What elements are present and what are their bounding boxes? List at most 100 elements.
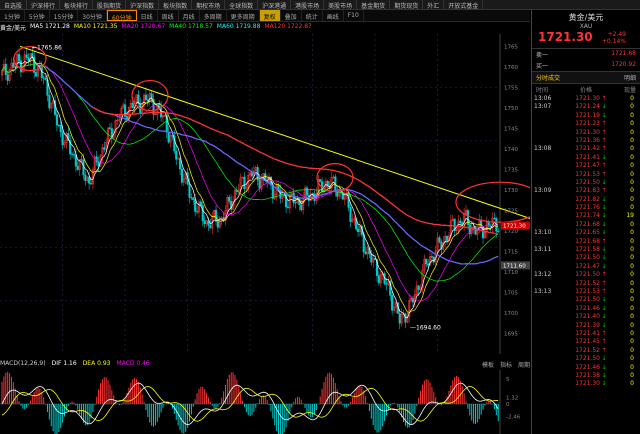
menu-item[interactable]: 沪深港通 bbox=[258, 0, 292, 10]
menu-item[interactable]: 全球指数 bbox=[225, 0, 259, 10]
ticks-list[interactable]: 13:06 1721.30 ↑ 0 13:07 1721.24 ↓ 0 1721.19 ↓ 0 172… bbox=[532, 95, 640, 389]
menu-item[interactable]: 自选股 bbox=[0, 0, 28, 10]
menu-item[interactable]: 期权市场 bbox=[192, 0, 226, 10]
tab-period[interactable]: 多周期 bbox=[200, 10, 227, 21]
menu-item[interactable]: 港股市场 bbox=[291, 0, 325, 10]
tick-time: 13:07 bbox=[534, 103, 552, 111]
ticks-header[interactable]: 分时成交 明细 bbox=[532, 71, 640, 84]
price-tick: 1745 bbox=[504, 126, 518, 132]
tick-price: 1721.74 bbox=[575, 212, 600, 220]
candle-body bbox=[89, 183, 93, 185]
price-tick: 1700 bbox=[504, 311, 518, 317]
tick-row: 13:10 1721.65 ↓ 0 bbox=[532, 229, 640, 237]
candle-body bbox=[222, 217, 225, 221]
indicator-button[interactable]: 模板 bbox=[482, 360, 494, 370]
tick-row: 13:11 1721.58 ↓ 0 bbox=[532, 246, 640, 254]
tick-volume: 0 bbox=[630, 346, 634, 354]
menu-item[interactable]: 板块排行 bbox=[60, 0, 94, 10]
menu-item[interactable]: 板块指数 bbox=[159, 0, 193, 10]
menu-item[interactable]: 沪深指数 bbox=[126, 0, 160, 10]
tick-row: 1721.76 ↓ 0 bbox=[532, 204, 640, 212]
menu-item[interactable]: 开放式基金 bbox=[444, 0, 484, 10]
tick-row: 1721.30 ↓ 0 bbox=[532, 380, 640, 388]
tab-period[interactable]: 更多周期 bbox=[227, 10, 260, 21]
ticks-columns: 时间 价格 现量 bbox=[532, 84, 640, 95]
tick-time bbox=[534, 380, 566, 388]
candle-body bbox=[88, 176, 91, 184]
tick-volume: 0 bbox=[630, 178, 634, 186]
tick-volume: 0 bbox=[630, 136, 634, 144]
tab-period[interactable]: 30分钟 bbox=[78, 10, 107, 21]
tick-price: 1721.47 bbox=[575, 162, 600, 170]
ticks-detail-link[interactable]: 明细 bbox=[624, 73, 636, 82]
menu-item[interactable]: 外汇 bbox=[423, 0, 445, 10]
tick-time bbox=[534, 296, 566, 304]
tick-row: 1721.82 ↓ 0 bbox=[532, 196, 640, 204]
arrow-down-icon: ↓ bbox=[601, 195, 607, 203]
tick-price: 1721.53 bbox=[575, 170, 600, 178]
tick-time bbox=[534, 254, 566, 262]
candle-body bbox=[144, 94, 147, 101]
menu-item[interactable]: 股指期货 bbox=[93, 0, 127, 10]
tab-period[interactable]: 统计 bbox=[302, 10, 323, 21]
tab-period[interactable]: 画线 bbox=[323, 10, 344, 21]
menu-item[interactable]: 沪深排行 bbox=[27, 0, 61, 10]
quote-change-value: +2.49 bbox=[607, 31, 626, 38]
tab-period[interactable]: 复权 bbox=[259, 10, 281, 21]
tab-period[interactable]: 5分钟 bbox=[25, 10, 50, 21]
tick-row: 1721.50 ↓ 0 bbox=[532, 179, 640, 187]
tick-volume: 0 bbox=[630, 103, 634, 111]
buy-label: 买一 bbox=[536, 63, 549, 70]
candle-body bbox=[438, 237, 441, 243]
menu-item[interactable]: 基金期货 bbox=[357, 0, 391, 10]
menu-item[interactable]: 美股市场 bbox=[324, 0, 358, 10]
candle-body bbox=[17, 54, 21, 61]
tick-volume: 0 bbox=[630, 254, 634, 262]
arrow-down-icon: ↓ bbox=[601, 371, 607, 379]
tick-row: 1721.46 ↓ 0 bbox=[532, 364, 640, 372]
candle-body bbox=[283, 194, 286, 196]
arrow-down-icon: ↓ bbox=[601, 111, 607, 119]
tick-row: 1721.47 ↑ 0 bbox=[532, 162, 640, 170]
tick-time bbox=[534, 347, 566, 355]
tab-period[interactable]: 叠加 bbox=[281, 10, 302, 21]
candle-body bbox=[19, 60, 22, 73]
candle-body bbox=[6, 74, 9, 81]
col-price: 价格 bbox=[579, 87, 592, 94]
price-tick: 1755 bbox=[504, 85, 518, 91]
tab-period[interactable]: 周线 bbox=[158, 10, 179, 21]
indicator-button[interactable]: 周期 bbox=[518, 360, 530, 370]
tick-volume: 0 bbox=[630, 313, 634, 321]
price-tick: 1730 bbox=[504, 188, 518, 194]
indicator-button[interactable]: 指标 bbox=[500, 360, 512, 370]
macd-chart[interactable]: 5 1.320 -2.46 bbox=[0, 370, 530, 434]
tab-period[interactable]: F10 bbox=[344, 10, 364, 21]
tick-volume: 0 bbox=[630, 329, 634, 337]
arrow-up-icon: ↑ bbox=[601, 136, 607, 144]
arrow-up-icon: ↑ bbox=[601, 279, 607, 287]
tab-period[interactable]: 15分钟 bbox=[50, 10, 79, 21]
tick-row: 1721.50 ↓ 0 bbox=[532, 296, 640, 304]
tab-period[interactable]: 60分钟 bbox=[106, 10, 137, 22]
tick-price: 1721.23 bbox=[575, 120, 600, 128]
ma-value: MA10 1721.35 bbox=[73, 23, 118, 30]
candle-body bbox=[201, 205, 204, 221]
tick-price: 1721.39 bbox=[575, 321, 600, 329]
tick-price: 1721.30 bbox=[575, 95, 600, 102]
tick-time bbox=[534, 137, 566, 145]
tab-period[interactable]: 日线 bbox=[137, 10, 158, 21]
tab-period[interactable]: 月线 bbox=[179, 10, 200, 21]
tick-time: 13:09 bbox=[534, 187, 552, 195]
tick-volume: 0 bbox=[630, 195, 634, 203]
candle-body bbox=[196, 211, 199, 213]
tab-period[interactable]: 1分钟 bbox=[0, 10, 25, 21]
tick-time: 13:08 bbox=[534, 145, 552, 153]
buy-price: 1720.92 bbox=[611, 61, 636, 68]
tick-volume: 0 bbox=[630, 153, 634, 161]
tick-time: 13:13 bbox=[534, 287, 552, 295]
tick-row: 1721.52 ↑ 0 bbox=[532, 347, 640, 355]
tick-price: 1721.50 bbox=[575, 254, 600, 262]
candlestick-chart[interactable]: ←1765.86 —1694.60 1765 1760 1755 1750 1745 174… bbox=[0, 34, 530, 354]
tick-price: 1721.36 bbox=[575, 136, 600, 144]
menu-item[interactable]: 期货现货 bbox=[390, 0, 424, 10]
